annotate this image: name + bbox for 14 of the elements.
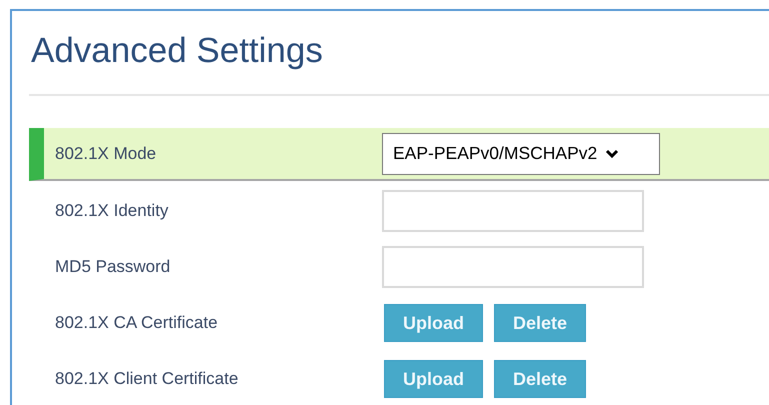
delete-button[interactable]: Delete [494, 304, 586, 342]
field-label: MD5 Password [54, 257, 172, 277]
field-label: 802.1X Mode [54, 144, 158, 164]
upload-button[interactable]: Upload [384, 360, 483, 398]
delete-button[interactable]: Delete [494, 360, 586, 398]
input-field[interactable] [382, 190, 644, 232]
page-title: Advanced Settings [30, 30, 324, 72]
field-label: 802.1X CA Certificate [54, 313, 219, 333]
chevron-down-icon [605, 148, 620, 158]
mode-select[interactable]: EAP-PEAPv0/MSCHAPv2 [382, 132, 660, 174]
upload-button[interactable]: Upload [384, 304, 483, 342]
input-field[interactable] [382, 246, 644, 288]
field-label: 802.1X Identity [54, 201, 170, 221]
field-label: 802.1X Client Certificate [54, 369, 240, 389]
